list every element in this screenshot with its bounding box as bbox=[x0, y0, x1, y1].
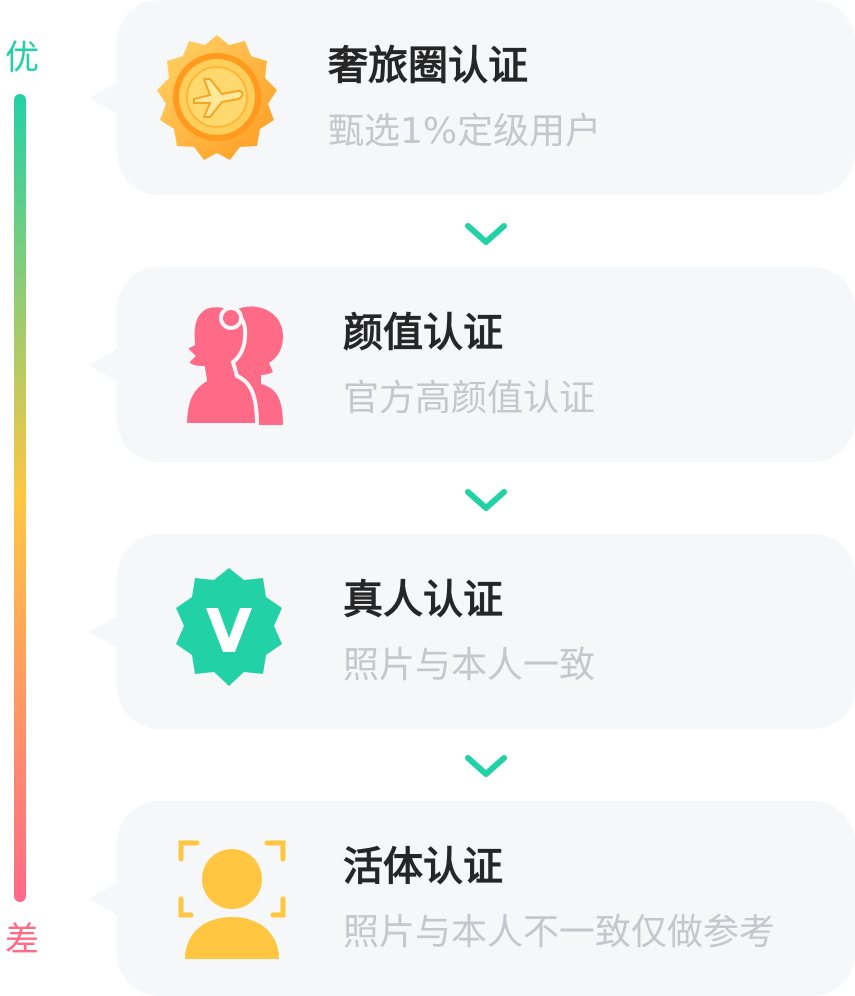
couple-silhouette-icon bbox=[181, 303, 283, 425]
card-title: 奢旅圈认证 bbox=[328, 43, 528, 89]
face-scan-person-icon bbox=[178, 840, 286, 959]
chevron-down-icon bbox=[465, 223, 507, 245]
scale-top-label: 优 bbox=[5, 38, 39, 78]
gold-plane-medal-icon bbox=[157, 35, 277, 160]
card-luxury-travel-verification[interactable]: 奢旅圈认证 甄选1%定级用户 bbox=[89, 0, 855, 195]
chevron-down-icon bbox=[465, 755, 507, 777]
card-title: 活体认证 bbox=[343, 844, 503, 890]
card-subtitle: 官方高颜值认证 bbox=[343, 378, 596, 419]
card-title: 真人认证 bbox=[343, 577, 503, 623]
card-subtitle: 照片与本人不一致仅做参考 bbox=[343, 912, 776, 953]
card-subtitle: 照片与本人一致 bbox=[343, 645, 596, 686]
verified-v-badge-icon bbox=[176, 568, 282, 686]
card-liveness-verification[interactable]: 活体认证 照片与本人不一致仅做参考 bbox=[89, 801, 855, 996]
card-subtitle: 甄选1%定级用户 bbox=[328, 111, 602, 152]
card-appearance-verification[interactable]: 颜值认证 官方高颜值认证 bbox=[89, 267, 855, 462]
scale-bottom-label: 差 bbox=[5, 920, 39, 960]
card-title: 颜值认证 bbox=[343, 310, 503, 356]
card-real-person-verification[interactable]: 真人认证 照片与本人一致 bbox=[89, 534, 855, 729]
quality-gradient-bar bbox=[14, 94, 26, 902]
chevron-down-icon bbox=[465, 489, 507, 511]
